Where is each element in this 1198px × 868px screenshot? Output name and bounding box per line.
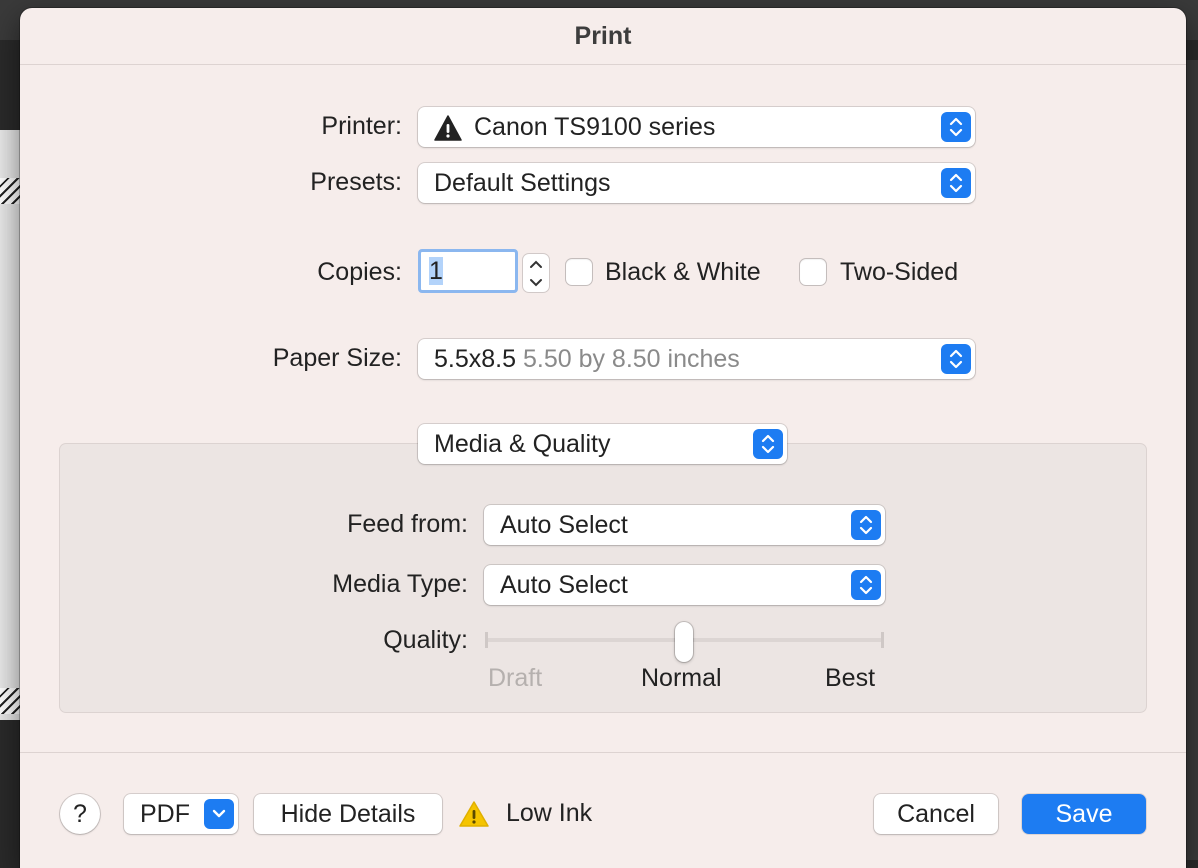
media-type-value: Auto Select xyxy=(500,571,628,599)
printer-label: Printer: xyxy=(321,112,402,140)
printer-value: Canon TS9100 series xyxy=(474,113,716,141)
quality-tick xyxy=(485,632,488,648)
two-sided-label: Two-Sided xyxy=(840,258,959,286)
help-button[interactable]: ? xyxy=(60,794,100,834)
hide-details-button[interactable]: Hide Details xyxy=(254,794,442,834)
background-hatch-pattern xyxy=(0,178,22,204)
warning-icon xyxy=(434,115,462,141)
copies-value: 1 xyxy=(429,257,443,285)
media-type-popup[interactable]: Auto Select xyxy=(484,565,885,605)
updown-arrows-icon xyxy=(941,344,971,374)
quality-slider-thumb[interactable] xyxy=(675,622,693,662)
media-type-label: Media Type: xyxy=(332,570,468,598)
updown-arrows-icon xyxy=(753,429,783,459)
presets-popup[interactable]: Default Settings xyxy=(418,163,975,203)
section-popup[interactable]: Media & Quality xyxy=(418,424,787,464)
print-dialog: Print Printer: Canon TS9100 series Prese… xyxy=(20,8,1186,868)
title-bar: Print xyxy=(20,8,1186,65)
paper-size-label: Paper Size: xyxy=(272,344,402,372)
updown-arrows-icon xyxy=(941,112,971,142)
feed-from-popup[interactable]: Auto Select xyxy=(484,505,885,545)
copies-stepper[interactable] xyxy=(523,254,549,292)
chevron-down-icon xyxy=(204,799,234,829)
quality-tick xyxy=(881,632,884,648)
two-sided-checkbox[interactable] xyxy=(800,259,826,285)
pdf-button[interactable]: PDF xyxy=(124,794,238,834)
chevron-up-icon[interactable] xyxy=(523,254,549,273)
paper-size-popup[interactable]: 5.5x8.5 5.50 by 8.50 inches xyxy=(418,339,975,379)
quality-best-label: Best xyxy=(825,664,876,692)
footer-divider xyxy=(20,752,1186,753)
paper-size-value: 5.5x8.5 xyxy=(434,345,517,373)
chevron-down-icon[interactable] xyxy=(523,273,549,292)
background-window-edge xyxy=(1184,60,1198,860)
quality-normal-label: Normal xyxy=(641,664,722,692)
quality-label: Quality: xyxy=(383,626,468,654)
save-button[interactable]: Save xyxy=(1022,794,1146,834)
printer-popup[interactable]: Canon TS9100 series xyxy=(418,107,975,147)
paper-size-detail: 5.50 by 8.50 inches xyxy=(522,345,740,373)
updown-arrows-icon xyxy=(851,570,881,600)
pdf-label: PDF xyxy=(140,800,190,828)
cancel-button[interactable]: Cancel xyxy=(874,794,998,834)
low-ink-label: Low Ink xyxy=(506,799,593,827)
black-white-label: Black & White xyxy=(605,258,761,286)
copies-input[interactable]: 1 xyxy=(418,249,518,293)
presets-label: Presets: xyxy=(310,168,402,196)
presets-value: Default Settings xyxy=(434,169,611,197)
black-white-checkbox[interactable] xyxy=(566,259,592,285)
background-hatch-pattern xyxy=(0,688,22,714)
feed-from-label: Feed from: xyxy=(347,510,468,538)
section-value: Media & Quality xyxy=(434,430,611,458)
quality-draft-label: Draft xyxy=(488,664,543,692)
copies-label: Copies: xyxy=(317,258,402,286)
feed-from-value: Auto Select xyxy=(500,511,628,539)
dialog-title: Print xyxy=(574,22,632,50)
warning-icon xyxy=(459,801,489,827)
updown-arrows-icon xyxy=(941,168,971,198)
background-document xyxy=(0,130,22,720)
updown-arrows-icon xyxy=(851,510,881,540)
